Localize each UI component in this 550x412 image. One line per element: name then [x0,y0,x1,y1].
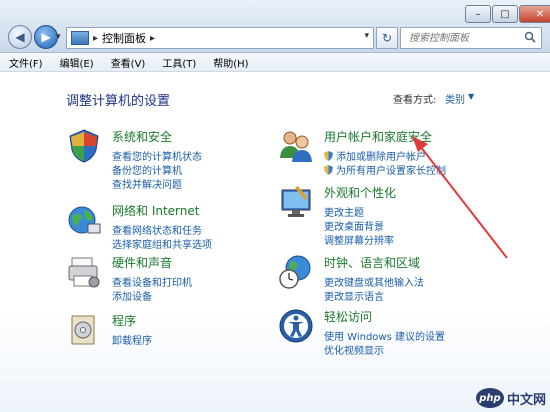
category-title[interactable]: 系统和安全 [112,128,172,145]
menu-tools[interactable]: 工具(T) [153,55,204,70]
category-link[interactable]: 添加或删除用户帐户 [324,148,426,163]
annotation-arrow-icon [412,136,508,259]
programs-icon[interactable] [66,312,102,348]
category-link[interactable]: 卸载程序 [112,332,152,347]
category-link[interactable]: 更改键盘或其他输入法 [324,274,424,289]
category-link[interactable]: 备份您的计算机 [112,162,182,177]
php-logo: php [475,388,504,408]
forward-button[interactable]: ▶ [34,25,58,49]
category-title[interactable]: 时钟、语言和区域 [324,254,420,271]
menu-file[interactable]: 文件(F) [0,55,51,70]
refresh-button[interactable]: ↻ [376,27,398,49]
uac-shield-icon [324,151,333,161]
window-controls: – □ ✕ [464,5,550,23]
category-title[interactable]: 硬件和声音 [112,254,172,271]
maximize-button[interactable]: □ [492,5,518,23]
address-dropdown-icon[interactable]: ▾ [364,31,369,41]
recent-pages-dropdown-icon[interactable]: ▾ [56,32,61,42]
clock-globe-icon[interactable] [278,254,314,290]
search-icon[interactable] [524,31,536,43]
refresh-icon: ↻ [381,31,393,45]
address-bar[interactable]: ▸ 控制面板 ▸ ▾ [66,27,374,49]
category-title[interactable]: 轻松访问 [324,308,372,325]
page-title: 调整计算机的设置 [66,94,171,109]
appearance-icon[interactable] [278,184,314,220]
back-button[interactable]: ◀ [8,25,32,49]
menu-edit[interactable]: 编辑(E) [51,55,102,70]
category-link[interactable]: 调整屏幕分辨率 [324,232,394,247]
close-button[interactable]: ✕ [519,5,550,23]
title-bar: – □ ✕ ◀ ▶ ▾ ▸ 控制面板 ▸ ▾ ↻ [0,0,550,53]
breadcrumb-separator-icon[interactable]: ▸ [150,33,155,44]
category-title[interactable]: 程序 [112,312,136,329]
uac-shield-icon [324,165,333,175]
view-by-dropdown[interactable]: 类别 [445,91,465,106]
watermark-text: 中文网 [506,392,546,408]
control-panel-icon [71,31,89,45]
category-link[interactable]: 更改桌面背景 [324,218,384,233]
shield-icon[interactable] [66,128,102,164]
category-link[interactable]: 选择家庭组和共享选项 [112,236,212,251]
menu-view[interactable]: 查看(V) [102,55,154,70]
category-link[interactable]: 优化视频显示 [324,342,384,357]
category-title[interactable]: 用户帐户和家庭安全 [324,128,432,145]
minimize-button[interactable]: – [465,5,491,23]
category-link[interactable]: 为所有用户设置家长控制 [324,162,446,177]
category-title[interactable]: 网络和 Internet [112,202,199,219]
navigation-buttons: ◀ ▶ [8,25,60,49]
content-area: 调整计算机的设置 查看方式: 类别 ▼ 系统和安全 查看您的计算机状态 备份您的… [0,72,550,412]
ease-of-access-icon[interactable] [278,308,314,344]
category-link[interactable]: 更改主题 [324,204,364,219]
users-icon[interactable] [278,128,314,164]
category-link[interactable]: 查找并解决问题 [112,176,182,191]
category-link[interactable]: 查看设备和打印机 [112,274,192,289]
category-title[interactable]: 外观和个性化 [324,184,396,201]
menu-bar: 文件(F) 编辑(E) 查看(V) 工具(T) 帮助(H) [0,53,550,72]
category-link[interactable]: 更改显示语言 [324,288,384,303]
category-link[interactable]: 查看您的计算机状态 [112,148,202,163]
network-globe-icon[interactable] [66,202,102,238]
category-link[interactable]: 添加设备 [112,288,152,303]
watermark: php 中文网 [475,388,546,408]
chevron-down-icon[interactable]: ▼ [468,92,474,101]
menu-help[interactable]: 帮助(H) [204,55,256,70]
breadcrumb-control-panel[interactable]: 控制面板 [102,30,146,46]
search-input[interactable] [407,31,521,45]
category-link[interactable]: 查看网络状态和任务 [112,222,202,237]
breadcrumb-separator-icon[interactable]: ▸ [93,33,98,44]
control-panel-window: – □ ✕ ◀ ▶ ▾ ▸ 控制面板 ▸ ▾ ↻ 文件(F) 编辑 [0,0,550,412]
search-box[interactable] [400,27,542,49]
printer-icon[interactable] [66,254,102,290]
category-link[interactable]: 使用 Windows 建议的设置 [324,328,445,343]
view-by-label: 查看方式: [393,95,437,106]
